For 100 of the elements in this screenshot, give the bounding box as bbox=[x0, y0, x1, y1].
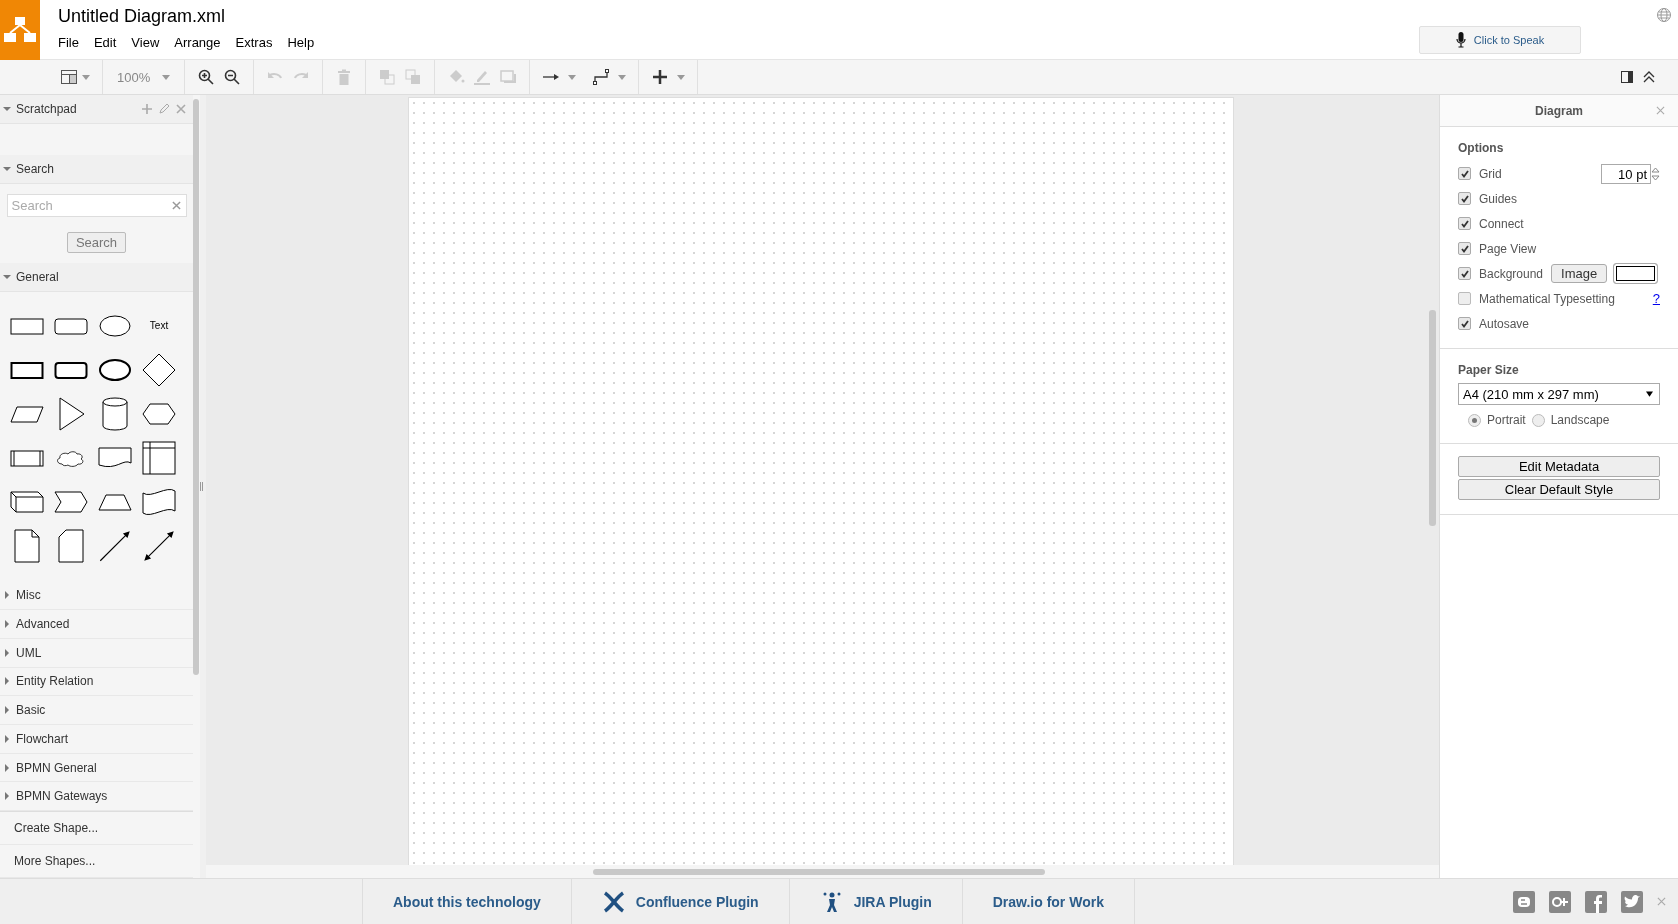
sidebar-link[interactable]: Create Shape... bbox=[0, 812, 193, 845]
radio-button[interactable] bbox=[1531, 413, 1545, 427]
click-to-speak-button[interactable]: Click to Speak bbox=[1419, 26, 1581, 54]
scrollbar-thumb[interactable] bbox=[593, 868, 1045, 875]
checkbox[interactable] bbox=[1458, 242, 1471, 255]
dropdown-caret-icon[interactable] bbox=[618, 74, 627, 80]
clear-icon[interactable] bbox=[171, 200, 181, 210]
option-label[interactable]: Mathematical Typesetting bbox=[1479, 291, 1615, 306]
waypoint-icon[interactable] bbox=[592, 68, 611, 86]
note-shape[interactable] bbox=[14, 528, 40, 563]
radio-label[interactable]: Landscape bbox=[1550, 413, 1610, 427]
parallelogram-shape[interactable] bbox=[10, 403, 44, 424]
checkbox[interactable] bbox=[1458, 192, 1471, 205]
expand-triangle-icon bbox=[3, 706, 11, 715]
zoom-out-icon[interactable] bbox=[223, 68, 242, 86]
image-button[interactable]: Image bbox=[1551, 264, 1608, 283]
help-link[interactable]: ? bbox=[1652, 291, 1660, 306]
diamond-shape[interactable] bbox=[142, 352, 176, 387]
blog-icon[interactable] bbox=[1513, 890, 1535, 913]
checkbox[interactable] bbox=[1458, 217, 1471, 230]
footer-link[interactable]: JIRA Plugin bbox=[788, 879, 962, 924]
menu-item[interactable]: Edit bbox=[93, 35, 129, 50]
section-title[interactable]: Search bbox=[16, 162, 55, 177]
trapezoid-shape[interactable] bbox=[98, 491, 132, 512]
menu-item[interactable]: View bbox=[131, 35, 172, 50]
sidebar-section-header[interactable]: General bbox=[0, 262, 193, 292]
checkbox[interactable] bbox=[1458, 267, 1471, 280]
document-shape[interactable] bbox=[98, 445, 132, 470]
card-shape[interactable] bbox=[58, 528, 84, 563]
process-shape[interactable] bbox=[10, 447, 44, 468]
zoom-in-icon[interactable] bbox=[197, 68, 216, 86]
bold-rectangle-shape[interactable] bbox=[10, 359, 44, 380]
bold-ellipse-shape[interactable] bbox=[98, 357, 132, 382]
sidebar-section-header[interactable]: Search bbox=[0, 155, 193, 184]
double-arrow-shape[interactable] bbox=[142, 528, 176, 563]
option-label[interactable]: Grid bbox=[1479, 166, 1502, 181]
checkbox[interactable] bbox=[1458, 317, 1471, 330]
scrollbar-thumb[interactable] bbox=[1429, 310, 1436, 526]
logo-icon[interactable] bbox=[0, 0, 40, 60]
scrollbar-thumb[interactable] bbox=[193, 99, 199, 675]
section-title[interactable]: Misc bbox=[16, 588, 41, 603]
collapse-chevron-icon[interactable] bbox=[1642, 70, 1656, 84]
section-title[interactable]: Advanced bbox=[16, 617, 70, 632]
rectangle-shape[interactable] bbox=[10, 315, 44, 336]
ellipse-shape[interactable] bbox=[98, 313, 132, 338]
paper-size-select[interactable]: A4 (210 mm x 297 mm) bbox=[1458, 383, 1660, 405]
splitter-handle[interactable] bbox=[200, 482, 203, 491]
bold-rounded-rectangle-shape[interactable] bbox=[54, 359, 88, 380]
section-title[interactable]: Basic bbox=[16, 703, 46, 718]
section-title[interactable]: Flowchart bbox=[16, 731, 68, 746]
bird-icon[interactable] bbox=[1621, 890, 1643, 913]
footer-link[interactable]: Draw.io for Work bbox=[961, 879, 1135, 924]
hexagon-shape[interactable] bbox=[142, 401, 176, 426]
text-shape[interactable]: Text bbox=[149, 320, 169, 332]
internal-storage-shape[interactable] bbox=[142, 440, 176, 475]
dropdown-caret-icon[interactable] bbox=[677, 74, 686, 80]
section-title[interactable]: BPMN Gateways bbox=[16, 789, 108, 804]
menu-item[interactable]: File bbox=[58, 35, 91, 50]
layout-icon[interactable] bbox=[60, 68, 78, 86]
menu-item[interactable]: Help bbox=[287, 35, 327, 50]
dropdown-caret-icon bbox=[1646, 391, 1653, 397]
section-title[interactable]: UML bbox=[16, 645, 42, 660]
radio-label[interactable]: Portrait bbox=[1487, 413, 1526, 427]
checkbox[interactable] bbox=[1458, 292, 1471, 305]
globe-icon[interactable] bbox=[1656, 7, 1672, 23]
tape-shape[interactable] bbox=[142, 487, 176, 516]
arrow-shape[interactable] bbox=[98, 528, 132, 563]
section-title[interactable]: Entity Relation bbox=[16, 674, 94, 689]
step-shape[interactable] bbox=[54, 489, 88, 514]
menu-item[interactable]: Extras bbox=[235, 35, 285, 50]
background-color-swatch[interactable] bbox=[1613, 263, 1659, 284]
document-title[interactable]: Untitled Diagram.xml bbox=[58, 6, 226, 27]
panel-button[interactable]: Edit Metadata bbox=[1458, 456, 1660, 477]
search-button[interactable]: Search bbox=[66, 231, 127, 253]
cube-shape[interactable] bbox=[10, 489, 44, 514]
plus-icon[interactable] bbox=[651, 68, 670, 86]
search-field[interactable]: Search bbox=[6, 193, 187, 217]
option-label[interactable]: Background bbox=[1479, 266, 1544, 281]
dropdown-caret-icon[interactable] bbox=[568, 74, 577, 80]
radio-button[interactable] bbox=[1468, 413, 1481, 427]
section-title[interactable]: BPMN General bbox=[16, 760, 97, 775]
panel-toggle-icon[interactable] bbox=[1620, 70, 1634, 84]
rounded-rectangle-shape[interactable] bbox=[54, 315, 88, 336]
option-label[interactable]: Autosave bbox=[1479, 316, 1530, 331]
dropdown-caret-icon[interactable] bbox=[82, 74, 90, 80]
sidebar-section-header[interactable]: Scratchpad bbox=[0, 95, 193, 124]
option-label[interactable]: Page View bbox=[1479, 241, 1537, 256]
section-title[interactable]: Scratchpad bbox=[16, 101, 77, 116]
footer-link[interactable]: About this technology bbox=[362, 879, 571, 924]
option-label[interactable]: Guides bbox=[1479, 191, 1518, 206]
social-icon[interactable] bbox=[1585, 890, 1607, 913]
option-label[interactable]: Connect bbox=[1479, 216, 1524, 231]
spinner-icon[interactable] bbox=[1651, 165, 1660, 182]
checkbox[interactable] bbox=[1458, 167, 1471, 180]
share-icon[interactable] bbox=[1549, 890, 1571, 913]
section-title[interactable]: General bbox=[16, 269, 59, 284]
menu-item[interactable]: Arrange bbox=[174, 35, 233, 50]
panel-button[interactable]: Clear Default Style bbox=[1458, 479, 1660, 500]
footer-link[interactable]: Confluence Plugin bbox=[570, 879, 789, 924]
dropdown-caret-icon[interactable] bbox=[162, 74, 171, 80]
